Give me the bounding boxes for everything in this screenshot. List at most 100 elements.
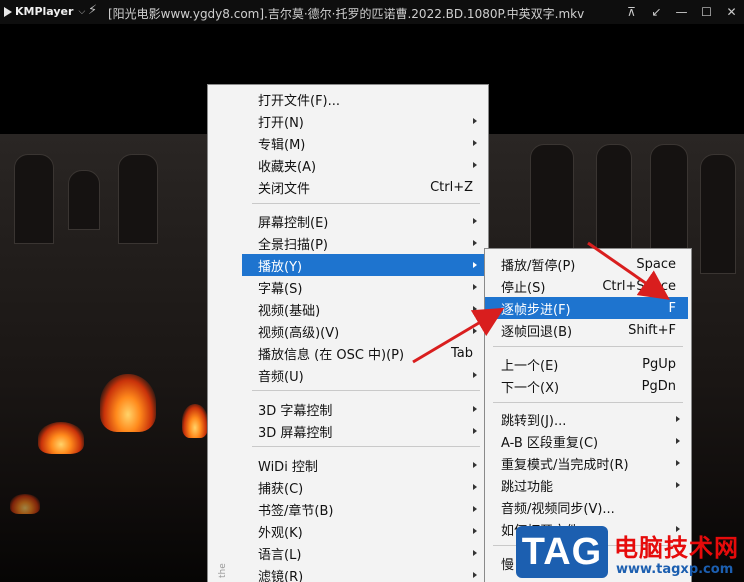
- background-window: [68, 170, 100, 230]
- menu-item-open[interactable]: 打开(N): [242, 110, 485, 132]
- menu-item-label: 滤镜(R): [258, 569, 304, 582]
- menu-item-label: 音频(U): [258, 369, 304, 385]
- menu-item-label: 打开文件(F)...: [258, 93, 341, 109]
- menu-item-label: 捕获(C): [258, 481, 304, 497]
- menu-item-label: 逐帧步进(F): [501, 302, 571, 318]
- title-bar: KMPlayer ⌵ ⚡ [阳光电影www.ygdy8.com].吉尔莫·德尔·…: [0, 0, 744, 24]
- menu-item-play-pause[interactable]: 播放/暂停(P) Space: [485, 253, 688, 275]
- watermark-badge: TAG: [516, 526, 608, 578]
- minimize-icon[interactable]: —: [669, 0, 694, 24]
- menu-item-next[interactable]: 下一个(X) PgDn: [485, 375, 688, 397]
- menu-separator: [252, 446, 480, 447]
- menu-item-jump-to[interactable]: 跳转到(J)...: [485, 408, 688, 430]
- lightning-icon[interactable]: ⚡: [88, 3, 97, 18]
- menu-item-av-sync[interactable]: 音频/视频同步(V)...: [485, 496, 688, 518]
- maximize-icon[interactable]: ☐: [694, 0, 719, 24]
- submenu-arrow-icon: [473, 406, 477, 412]
- submenu-arrow-icon: [473, 240, 477, 246]
- submenu-arrow-icon: [473, 550, 477, 556]
- submenu-arrow-icon: [473, 372, 477, 378]
- menu-item-label: 跳转到(J)...: [501, 413, 567, 429]
- menu-item-label: 3D 字幕控制: [258, 403, 333, 419]
- menu-item-video-basic[interactable]: 视频(基础): [242, 298, 485, 320]
- menu-item-label: 屏幕控制(E): [258, 215, 329, 231]
- submenu-arrow-icon: [473, 140, 477, 146]
- menu-item-label: 关闭文件: [258, 181, 311, 197]
- submenu-arrow-icon: [473, 572, 477, 578]
- menu-item-album[interactable]: 专辑(M): [242, 132, 485, 154]
- menu-item-shortcut: Tab: [450, 345, 473, 361]
- menu-item-skin[interactable]: 外观(K): [242, 520, 485, 542]
- menu-item-label: 下一个(X): [501, 380, 560, 396]
- menu-item-play[interactable]: 播放(Y): [242, 254, 485, 276]
- submenu-arrow-icon: [473, 506, 477, 512]
- menu-item-shortcut: Space: [636, 256, 676, 272]
- pin-icon[interactable]: ⊼: [619, 0, 644, 24]
- menu-item-shortcut: Shift+F: [628, 322, 676, 338]
- chevron-down-icon: ⌵: [78, 6, 86, 17]
- fire-flame: [182, 404, 208, 438]
- menu-item-audio[interactable]: 音频(U): [242, 364, 485, 386]
- menu-item-bookmarks[interactable]: 书签/章节(B): [242, 498, 485, 520]
- submenu-arrow-icon: [676, 416, 680, 422]
- menu-item-3d-screen[interactable]: 3D 屏幕控制: [242, 420, 485, 442]
- menu-item-video-advanced[interactable]: 视频(高级)(V): [242, 320, 485, 342]
- submenu-arrow-icon: [473, 284, 477, 290]
- menu-item-language[interactable]: 语言(L): [242, 542, 485, 564]
- menu-item-label: 书签/章节(B): [258, 503, 334, 519]
- background-window: [118, 154, 158, 244]
- kmplayer-logo-icon: [4, 6, 12, 17]
- menu-item-favorites[interactable]: 收藏夹(A): [242, 154, 485, 176]
- window-title: [阳光电影www.ygdy8.com].吉尔莫·德尔·托罗的匹诺曹.2022.B…: [108, 7, 585, 21]
- menu-item-label: 视频(高级)(V): [258, 325, 340, 341]
- menu-item-label: 外观(K): [258, 525, 303, 541]
- menu-item-widi[interactable]: WiDi 控制: [242, 454, 485, 476]
- context-menu: the 打开文件(F)... 打开(N) 专辑(M) 收藏夹(A) 关闭文件 Ct…: [207, 84, 489, 582]
- menu-item-close-file[interactable]: 关闭文件 Ctrl+Z: [242, 176, 485, 198]
- submenu-arrow-icon: [676, 482, 680, 488]
- app-menu-button[interactable]: KMPlayer ⌵: [4, 5, 85, 18]
- menu-item-repeat-mode[interactable]: 重复模式/当完成时(R): [485, 452, 688, 474]
- background-window: [700, 154, 736, 274]
- menu-gutter: [208, 85, 242, 582]
- app-name: KMPlayer: [15, 5, 74, 18]
- menu-item-label: 跳过功能: [501, 479, 554, 495]
- background-window: [14, 154, 54, 244]
- menu-item-label: WiDi 控制: [258, 459, 318, 475]
- site-watermark: TAG 电脑技术网 www.tagxp.com: [516, 522, 744, 582]
- menu-item-label: 收藏夹(A): [258, 159, 317, 175]
- fire-flame: [10, 494, 40, 514]
- submenu-arrow-icon: [676, 460, 680, 466]
- menu-item-filters[interactable]: 滤镜(R): [242, 564, 485, 582]
- menu-item-shortcut: PgUp: [642, 356, 676, 372]
- menu-item-skip[interactable]: 跳过功能: [485, 474, 688, 496]
- menu-item-screen-control[interactable]: 屏幕控制(E): [242, 210, 485, 232]
- menu-separator: [252, 203, 480, 204]
- menu-item-3d-subtitle[interactable]: 3D 字幕控制: [242, 398, 485, 420]
- watermark-url: www.tagxp.com: [616, 562, 734, 577]
- menu-item-frame-back[interactable]: 逐帧回退(B) Shift+F: [485, 319, 688, 341]
- menu-item-previous[interactable]: 上一个(E) PgUp: [485, 353, 688, 375]
- close-icon[interactable]: ✕: [719, 0, 744, 24]
- menu-item-frame-step[interactable]: 逐帧步进(F) F: [485, 297, 688, 319]
- menu-item-open-file[interactable]: 打开文件(F)...: [242, 88, 485, 110]
- minimize-to-corner-icon[interactable]: ↙: [644, 0, 669, 24]
- menu-item-label: 音频/视频同步(V)...: [501, 501, 615, 517]
- menu-item-ab-repeat[interactable]: A-B 区段重复(C): [485, 430, 688, 452]
- menu-item-label: 慢: [501, 557, 515, 573]
- menu-item-label: 逐帧回退(B): [501, 324, 573, 340]
- menu-item-pan-scan[interactable]: 全景扫描(P): [242, 232, 485, 254]
- menu-item-stop[interactable]: 停止(S) Ctrl+Space: [485, 275, 688, 297]
- menu-item-label: A-B 区段重复(C): [501, 435, 599, 451]
- menu-item-label: 上一个(E): [501, 358, 559, 374]
- submenu-arrow-icon: [473, 306, 477, 312]
- submenu-arrow-icon: [473, 428, 477, 434]
- menu-item-capture[interactable]: 捕获(C): [242, 476, 485, 498]
- menu-item-playback-info[interactable]: 播放信息 (在 OSC 中)(P) Tab: [242, 342, 485, 364]
- menu-separator: [493, 346, 683, 347]
- menu-item-shortcut: PgDn: [641, 378, 676, 394]
- submenu-arrow-icon: [473, 118, 477, 124]
- menu-item-label: 播放(Y): [258, 259, 303, 275]
- menu-item-subtitles[interactable]: 字幕(S): [242, 276, 485, 298]
- fire-flame: [38, 422, 84, 454]
